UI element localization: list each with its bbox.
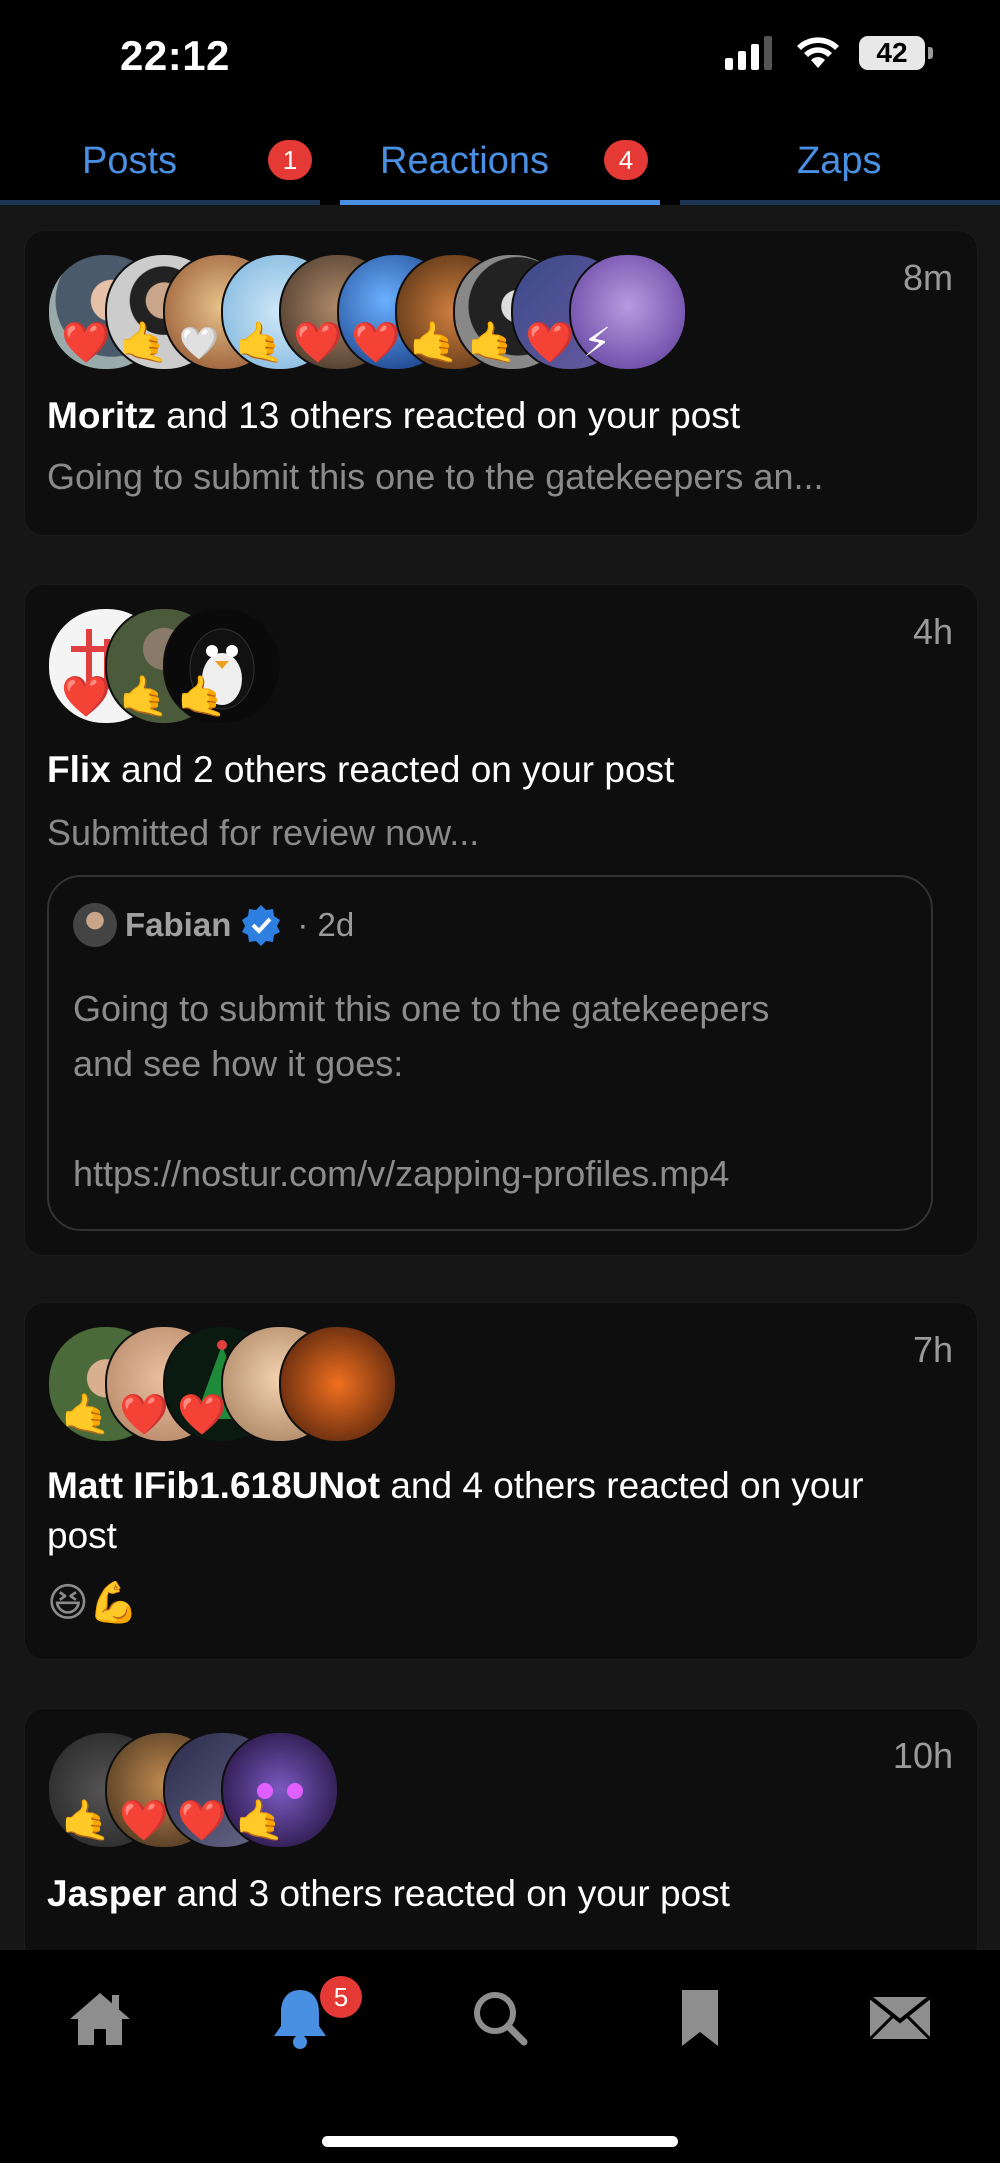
post-snippet: 😆💪	[47, 1581, 139, 1625]
reaction-emoji: 🤙	[119, 321, 169, 365]
reaction-emoji: ❤️	[61, 321, 111, 365]
reaction-notification[interactable]: ❤️ 🤙 🤍 🤙 ❤️ ❤️ 🤙 🤙 ❤️ ⚡ 8m Moritz and 13…	[24, 230, 978, 536]
author-name[interactable]: Fabian	[125, 906, 231, 944]
reactor-name[interactable]: Jasper	[47, 1873, 166, 1914]
reaction-emoji: ❤️	[61, 675, 111, 719]
reaction-summary: Moritz and 13 others reacted on your pos…	[47, 391, 937, 441]
reactor-name[interactable]: Matt IFib1.618UNot	[47, 1465, 380, 1506]
reaction-text: and 3 others reacted on your post	[166, 1873, 730, 1914]
reaction-emoji: ⚡	[583, 321, 612, 365]
reaction-emoji: 🤙	[177, 675, 227, 719]
nav-home[interactable]	[60, 1978, 140, 2058]
reaction-text: and 2 others reacted on your post	[110, 749, 675, 790]
tab-posts[interactable]: Posts	[82, 140, 177, 183]
reaction-emoji: ❤️	[293, 321, 343, 365]
bottom-navigation: 5	[0, 1950, 1000, 2163]
home-indicator[interactable]	[322, 2136, 678, 2147]
time-ago: 7h	[912, 1329, 953, 1370]
reaction-emoji: 🤙	[467, 321, 517, 365]
battery-icon: 42	[859, 36, 933, 70]
wifi-icon	[797, 37, 839, 68]
search-icon	[474, 1992, 528, 2046]
reaction-emoji: ❤️	[525, 321, 575, 365]
reactor-name[interactable]: Flix	[47, 749, 111, 790]
time-ago: 4h	[912, 611, 953, 652]
reaction-emoji: 🤙	[409, 321, 459, 365]
reaction-summary: Matt IFib1.618UNot and 4 others reacted …	[47, 1461, 937, 1561]
reaction-text: and 13 others reacted on your post	[155, 395, 741, 436]
quoted-post-body: Going to submit this one to the gatekeep…	[73, 981, 913, 1201]
tab-reactions[interactable]: Reactions	[380, 140, 549, 183]
reaction-emoji: ❤️	[177, 1393, 227, 1437]
reaction-emoji: 🤍	[179, 325, 219, 361]
reaction-notification[interactable]: ❤️ 🤙 🤙 4h Flix and 2 others reacted on y…	[24, 584, 978, 1256]
time-ago: 10h	[892, 1735, 953, 1776]
reaction-notification[interactable]: 🤙 ❤️ ❤️ 7h Matt IFib1.618UNot and 4 othe…	[24, 1302, 978, 1660]
mail-icon	[868, 1995, 932, 2041]
reaction-emoji: ❤️	[119, 1799, 169, 1843]
reaction-emoji: ❤️	[177, 1799, 227, 1843]
reaction-emoji: 🤙	[61, 1799, 111, 1843]
time-ago: 8m	[902, 257, 953, 298]
status-time: 22:12	[120, 32, 230, 79]
quoted-post-text: and see how it goes:	[73, 1043, 404, 1084]
nav-messages[interactable]	[860, 1978, 940, 2058]
reaction-summary: Jasper and 3 others reacted on your post	[47, 1869, 937, 1919]
avatar	[279, 1325, 397, 1443]
reaction-emoji: 🤙	[235, 1799, 285, 1843]
reactor-name[interactable]: Moritz	[47, 395, 156, 436]
bookmark-icon	[682, 1990, 718, 2046]
tab-bar: Posts 1 Reactions 4 Zaps	[0, 130, 1000, 206]
tab-zaps[interactable]: Zaps	[797, 140, 881, 183]
tab-reactions-badge: 4	[604, 140, 648, 180]
reaction-emoji: 🤙	[61, 1393, 111, 1437]
post-snippet: Submitted for review now...	[47, 812, 480, 853]
nav-search[interactable]	[460, 1978, 540, 2058]
reaction-emoji: 🤙	[235, 321, 285, 365]
signal-icon	[725, 36, 772, 70]
avatar[interactable]	[73, 903, 117, 947]
nav-bookmarks[interactable]	[660, 1978, 740, 2058]
status-icons: 42	[725, 36, 933, 70]
verified-icon	[242, 905, 281, 946]
quoted-post-text: Going to submit this one to the gatekeep…	[73, 988, 770, 1029]
quoted-post[interactable]: Fabian · 2d Going to submit this one to …	[47, 875, 933, 1231]
post-snippet: Going to submit this one to the gatekeep…	[47, 456, 824, 497]
reaction-emoji: ❤️	[119, 1393, 169, 1437]
home-icon	[70, 1993, 130, 2045]
tab-posts-badge: 1	[268, 140, 312, 180]
quoted-post-time: · 2d	[297, 906, 355, 943]
notifications-badge: 5	[320, 1976, 362, 2018]
reaction-emoji: ❤️	[351, 321, 401, 365]
reaction-summary: Flix and 2 others reacted on your post	[47, 745, 937, 795]
quoted-post-header: Fabian · 2d	[73, 903, 354, 947]
quoted-post-link[interactable]: https://nostur.com/v/zapping-profiles.mp…	[73, 1146, 913, 1201]
reaction-emoji: 🤙	[119, 675, 169, 719]
